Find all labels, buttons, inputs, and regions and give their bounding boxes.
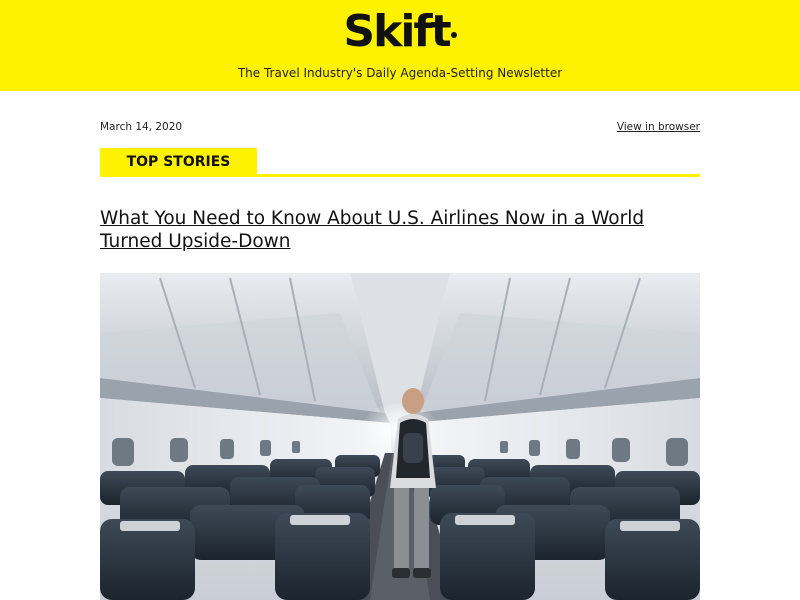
airplane-cabin-illustration [100,273,700,600]
article-hero-image[interactable] [100,273,700,600]
newsletter-tagline: The Travel Industry's Daily Agenda-Setti… [237,66,563,80]
section-label: TOP STORIES [126,154,231,170]
logo-dot [450,32,457,38]
article-headline-link[interactable]: What You Need to Know About U.S. Airline… [100,207,700,253]
section-tab: TOP STORIES [100,148,257,176]
header-banner: Skift The Travel Industry's Daily Agenda… [0,0,800,91]
view-in-browser-link[interactable]: View in browser [617,121,700,133]
issue-date: March 14, 2020 [100,121,183,133]
skift-logo[interactable]: Skift [0,4,800,60]
